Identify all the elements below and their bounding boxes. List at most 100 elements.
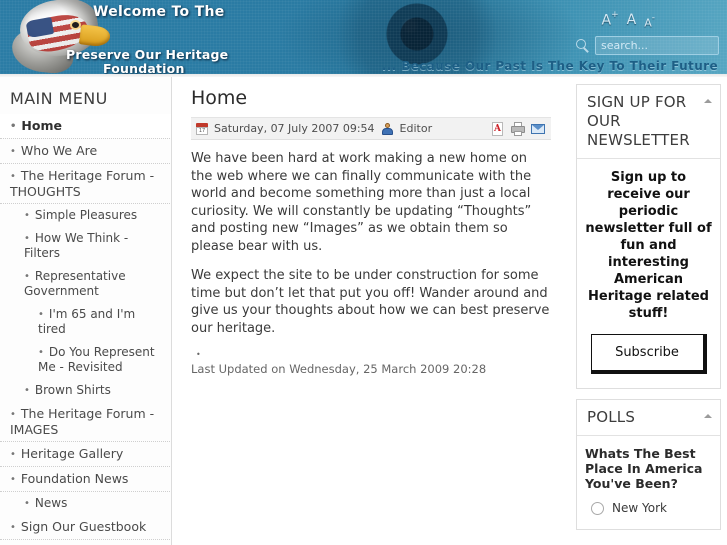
right-sidebar: SIGN UP FOR OUR NEWSLETTER Sign up to re… — [570, 77, 727, 545]
sidebar-link-do-you-represent-me-revisited[interactable]: • Do You Represent Me - Revisited — [0, 341, 172, 379]
bullet-icon: • — [10, 474, 16, 485]
org-name-line2: Foundation — [103, 61, 185, 74]
sidebar-item-label: The Heritage Forum - IMAGES — [10, 406, 155, 437]
sidebar-link-brown-shirts[interactable]: • Brown Shirts — [0, 379, 172, 402]
bullet-icon: • — [38, 347, 44, 358]
sidebar-link-heritage-forum-thoughts[interactable]: • The Heritage Forum - THOUGHTS — [0, 164, 172, 203]
main-menu-title: MAIN MENU — [10, 89, 108, 108]
article-info-bar: 17 Saturday, 07 July 2007 09:54 Editor A — [191, 117, 551, 140]
calendar-icon: 17 — [196, 122, 208, 135]
bullet-icon: • — [24, 498, 30, 509]
sidebar-item-im-65-and-im-tired[interactable]: • I'm 65 and I'm tired — [0, 303, 172, 341]
article-date: Saturday, 07 July 2007 09:54 — [214, 122, 375, 135]
sidebar-item-heritage-gallery[interactable]: • Heritage Gallery — [0, 442, 172, 467]
sidebar-item-how-we-think-filters[interactable]: • How We Think - Filters — [0, 227, 172, 265]
chevron-up-icon[interactable] — [704, 414, 712, 418]
sidebar-item-sign-our-guestbook[interactable]: • Sign Our Guestbook — [0, 515, 172, 540]
search-input[interactable] — [595, 36, 719, 55]
sidebar-item-foundation-news[interactable]: • Foundation News — [0, 467, 172, 492]
polls-module-title: POLLS — [587, 408, 636, 426]
sidebar-item-brown-shirts[interactable]: • Brown Shirts — [0, 379, 172, 402]
bullet-icon: • — [10, 171, 16, 182]
bullet-icon: • — [24, 271, 30, 282]
polls-module-header: POLLS — [577, 400, 720, 436]
reset-font-button[interactable]: A — [627, 13, 637, 27]
site-tagline: ... Because Our Past Is The Key To Their… — [381, 59, 718, 73]
sidebar-link-heritage-gallery[interactable]: • Heritage Gallery — [0, 442, 172, 466]
newsletter-module-header: SIGN UP FOR OUR NEWSLETTER — [577, 85, 720, 159]
sidebar-link-sign-our-guestbook[interactable]: • Sign Our Guestbook — [0, 515, 172, 539]
sidebar-item-label: How We Think - Filters — [24, 231, 129, 260]
sidebar-item-label: The Heritage Forum - THOUGHTS — [10, 168, 155, 199]
welcome-text: Welcome To The — [93, 4, 225, 20]
poll-option-label: New York — [612, 501, 667, 515]
sidebar-item-home[interactable]: • Home — [0, 114, 172, 139]
bullet-icon: • — [24, 210, 30, 221]
trailing-list-bullet: • — [196, 350, 201, 359]
sidebar-item-label: Representative Government — [24, 269, 126, 298]
polls-module-body: Whats The Best Place In America You've B… — [577, 436, 720, 529]
sidebar-item-news[interactable]: • News — [0, 492, 172, 515]
sidebar-item-label: Heritage Gallery — [20, 446, 124, 461]
user-icon-head — [384, 122, 390, 128]
sidebar-item-label: Who We Are — [20, 143, 98, 158]
bullet-icon: • — [10, 522, 16, 533]
sidebar-item-simple-pleasures[interactable]: • Simple Pleasures — [0, 204, 172, 227]
chevron-up-icon[interactable] — [704, 99, 712, 103]
sidebar-link-im-65-and-im-tired[interactable]: • I'm 65 and I'm tired — [0, 303, 172, 341]
pdf-icon-glyph: A — [494, 123, 501, 134]
sidebar-link-how-we-think-filters[interactable]: • How We Think - Filters — [0, 227, 172, 265]
sidebar-item-label: Do You Represent Me - Revisited — [38, 345, 155, 374]
sidebar-item-heritage-forum-images[interactable]: • The Heritage Forum - IMAGES — [0, 402, 172, 442]
site-header: Welcome To The Preserve Our Heritage Fou… — [0, 0, 727, 74]
main-menu-list: • Home • Who We Are • The Heritage Forum - … — [0, 114, 172, 540]
sidebar-link-home[interactable]: • Home — [0, 114, 172, 138]
sidebar-link-foundation-news[interactable]: • Foundation News — [0, 467, 172, 491]
last-updated-text: Last Updated on Wednesday, 25 March 2009… — [191, 362, 487, 376]
poll-option[interactable]: New York — [585, 499, 712, 517]
sidebar-item-label: Sign Our Guestbook — [20, 519, 147, 534]
bullet-icon: • — [10, 121, 17, 132]
user-icon — [381, 122, 394, 135]
sidebar-item-heritage-forum-thoughts[interactable]: • The Heritage Forum - THOUGHTS — [0, 164, 172, 204]
sidebar-item-who-we-are[interactable]: • Who We Are — [0, 139, 172, 164]
font-size-controls: A+ A A- — [602, 11, 655, 29]
print-icon[interactable] — [511, 121, 525, 136]
eagle-eye-shape — [72, 22, 79, 28]
article-paragraph: We expect the site to be under construct… — [191, 268, 550, 336]
poll-question: Whats The Best Place In America You've B… — [585, 446, 703, 491]
sidebar-link-simple-pleasures[interactable]: • Simple Pleasures — [0, 204, 172, 227]
decrease-font-button[interactable]: A- — [644, 14, 655, 29]
article-author: Editor — [399, 122, 433, 135]
newsletter-description: Sign up to receive our periodic newslett… — [585, 170, 712, 321]
main-content: Home 17 Saturday, 07 July 2007 09:54 Edi… — [172, 77, 565, 545]
search-icon[interactable] — [576, 38, 590, 53]
sidebar-link-heritage-forum-images[interactable]: • The Heritage Forum - IMAGES — [0, 402, 172, 441]
sidebar-link-who-we-are[interactable]: • Who We Are — [0, 139, 172, 163]
calendar-icon-day: 17 — [198, 127, 206, 134]
sidebar-item-do-you-represent-me-revisited[interactable]: • Do You Represent Me - Revisited — [0, 341, 172, 379]
sidebar-item-label: Brown Shirts — [34, 383, 111, 397]
sidebar-item-label: Foundation News — [20, 471, 129, 486]
polls-module: POLLS Whats The Best Place In America Yo… — [576, 399, 721, 530]
eagle-beak-shape — [78, 24, 112, 48]
increase-font-button[interactable]: A+ — [602, 11, 619, 28]
bullet-icon: • — [38, 309, 44, 320]
email-icon[interactable] — [531, 122, 545, 136]
page-root: Welcome To The Preserve Our Heritage Fou… — [0, 0, 727, 545]
subscribe-button[interactable]: Subscribe — [590, 334, 707, 374]
page-title: Home — [191, 87, 248, 109]
bullet-icon: • — [10, 146, 16, 157]
sidebar-link-representative-government[interactable]: • Representative Government — [0, 265, 172, 303]
pdf-icon[interactable]: A — [491, 121, 505, 136]
org-name-line1: Preserve Our Heritage — [66, 47, 229, 62]
sidebar-link-news[interactable]: • News — [0, 492, 172, 515]
sidebar-item-label: Simple Pleasures — [34, 208, 138, 222]
newsletter-module-title: SIGN UP FOR OUR NEWSLETTER — [587, 93, 690, 149]
article-body: We have been hard at work making a new h… — [191, 150, 551, 337]
print-icon-output — [514, 130, 522, 136]
sidebar-item-label: News — [34, 496, 68, 510]
radio-icon[interactable] — [591, 501, 604, 515]
sidebar-item-label: Home — [21, 118, 62, 133]
sidebar-item-representative-government[interactable]: • Representative Government — [0, 265, 172, 303]
